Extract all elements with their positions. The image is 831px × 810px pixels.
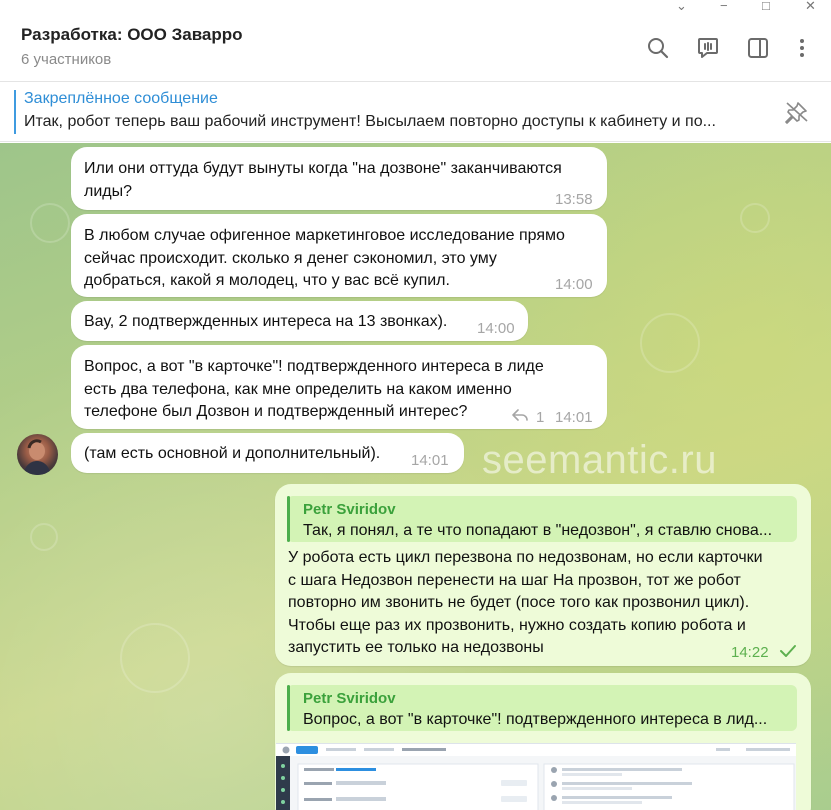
message-text: Вопрос, а вот "в карточке"! подтвержденн… — [84, 356, 544, 424]
message-line: добраться, какой я молодец, что у вас вс… — [84, 272, 450, 289]
chat-title[interactable]: Разработка: ООО Заварро — [21, 25, 243, 45]
message-line: (там есть основной и дополнительный). — [84, 445, 381, 462]
reply-quote[interactable]: Petr Sviridov Так, я понял, а те что поп… — [287, 496, 797, 542]
message-line: с шага Недозвон перенести на шаг На проз… — [288, 571, 741, 589]
attached-screenshot[interactable] — [276, 743, 796, 810]
wallpaper-doodle — [30, 523, 58, 551]
avatar[interactable] — [17, 434, 58, 475]
message-time: 13:58 — [555, 191, 593, 208]
message-line: повторно им звонить не будет (посе того … — [288, 594, 750, 611]
incoming-message[interactable]: Вау, 2 подтвержденных интереса на 13 зво… — [71, 301, 528, 341]
wallpaper-doodle — [640, 313, 700, 373]
wallpaper-doodle — [30, 203, 70, 243]
outgoing-message[interactable]: Petr Sviridov Так, я понял, а те что поп… — [275, 484, 811, 666]
pinned-accent-bar — [14, 90, 16, 134]
sidebar-toggle-icon[interactable] — [746, 36, 770, 60]
incoming-message[interactable]: В любом случае офигенное маркетинговое и… — [71, 214, 607, 297]
reply-author: Petr Sviridov — [303, 501, 396, 518]
reply-count[interactable]: 1 — [536, 407, 544, 430]
video-chat-icon[interactable] — [696, 36, 720, 60]
chat-area[interactable]: seemantic.ru Или они оттуда будут вынуты… — [0, 143, 831, 810]
pinned-message[interactable]: Закреплённое сообщение Итак, робот тепер… — [0, 82, 831, 142]
message-time: 14:01 — [555, 409, 593, 426]
message-text: У робота есть цикл перезвона по недозвон… — [288, 547, 763, 660]
watermark: seemantic.ru — [482, 438, 717, 482]
unpin-icon[interactable] — [784, 100, 810, 124]
message-line: Вопрос, а вот "в карточке"! подтвержденн… — [84, 358, 544, 375]
pinned-title: Закреплённое сообщение — [24, 90, 218, 107]
more-vertical-icon[interactable] — [790, 36, 814, 60]
message-line: Или они оттуда будут вынуты когда "на до… — [84, 160, 562, 177]
reply-text: Так, я понял, а те что попадают в "недоз… — [303, 522, 773, 539]
message-line: есть два телефона, как мне определить на… — [84, 380, 512, 398]
search-icon[interactable] — [646, 36, 670, 60]
reply-arrow-icon[interactable] — [512, 408, 528, 422]
wallpaper-doodle — [740, 203, 770, 233]
message-line: Чтобы еще раз их прозвонить, нужно созда… — [288, 616, 746, 634]
close-window-icon[interactable]: ✕ — [805, 0, 816, 14]
message-line: Вау, 2 подтвержденных интереса на 13 зво… — [84, 313, 448, 330]
read-check-icon — [780, 645, 796, 657]
chat-header: Разработка: ООО Заварро 6 участников — [0, 14, 831, 82]
message-line: запустить ее только на недозвоны — [288, 639, 544, 656]
collapse-icon[interactable]: ⌄ — [676, 0, 687, 14]
incoming-message[interactable]: (там есть основной и дополнительный). 14… — [71, 433, 464, 473]
message-text: В любом случае офигенное маркетинговое и… — [84, 225, 565, 293]
message-line: лиды? — [84, 182, 133, 200]
pinned-text: Итак, робот теперь ваш рабочий инструмен… — [24, 113, 716, 130]
message-time: 14:00 — [555, 276, 593, 293]
minimize-icon[interactable]: − — [720, 0, 728, 13]
reply-quote[interactable]: Petr Sviridov Вопрос, а вот "в карточке"… — [287, 685, 797, 731]
message-text: Вау, 2 подтвержденных интереса на 13 зво… — [84, 311, 447, 334]
incoming-message[interactable]: Или они оттуда будут вынуты когда "на до… — [71, 147, 607, 210]
maximize-icon[interactable]: □ — [762, 0, 770, 13]
message-line: сейчас происходит. сколько я денег сэкон… — [84, 249, 497, 267]
outgoing-message[interactable]: Petr Sviridov Вопрос, а вот "в карточке"… — [275, 673, 811, 810]
message-line: У робота есть цикл перезвона по недозвон… — [288, 549, 763, 566]
message-line: В любом случае офигенное маркетинговое и… — [84, 227, 565, 244]
reply-text: Вопрос, а вот "в карточке"! подтвержденн… — [303, 711, 768, 728]
message-time: 14:01 — [411, 452, 449, 469]
message-time: 14:22 — [731, 644, 769, 661]
member-count[interactable]: 6 участников — [21, 51, 111, 68]
message-text: Или они оттуда будут вынуты когда "на до… — [84, 158, 562, 203]
window-controls: ⌄ − □ ✕ — [0, 0, 831, 14]
message-line: телефоне был Дозвон и подтвержденный инт… — [84, 403, 468, 420]
message-text: (там есть основной и дополнительный). — [84, 443, 380, 466]
wallpaper-doodle — [120, 623, 190, 693]
reply-author: Petr Sviridov — [303, 690, 396, 707]
incoming-message[interactable]: Вопрос, а вот "в карточке"! подтвержденн… — [71, 345, 607, 429]
message-time: 14:00 — [477, 320, 515, 337]
